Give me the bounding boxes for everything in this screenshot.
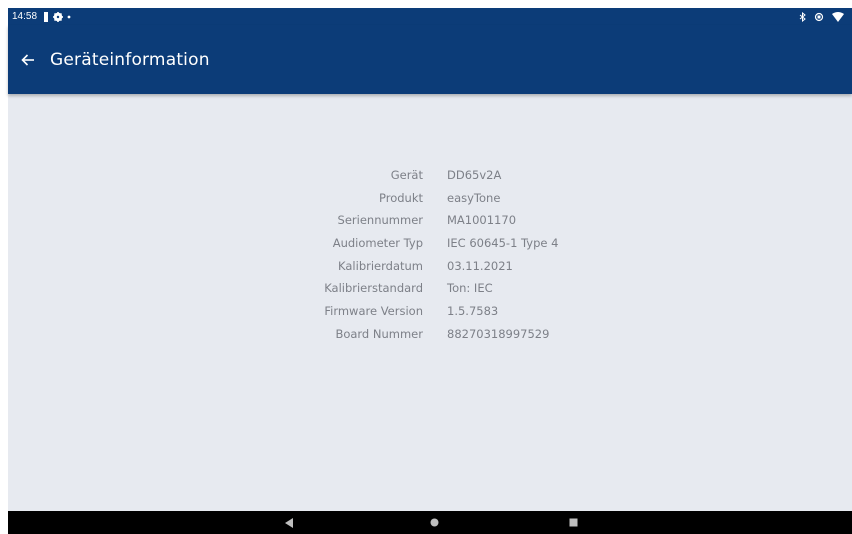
info-value: IEC 60645-1 Type 4 <box>447 236 559 251</box>
info-value: 1.5.7583 <box>447 304 499 319</box>
info-label: Gerät <box>390 168 423 182</box>
wifi-icon <box>832 11 844 22</box>
info-label: Kalibrierstandard <box>324 281 423 296</box>
info-row-audiometer-type: Audiometer Typ IEC 60645-1 Type 4 <box>8 236 852 259</box>
info-row-calibration-date: Kalibrierdatum 03.11.2021 <box>8 259 852 282</box>
nav-back-button[interactable] <box>274 511 304 534</box>
info-value: DD65v2A <box>447 168 502 182</box>
home-circle-icon <box>430 518 438 527</box>
bluetooth-icon <box>799 11 806 22</box>
info-label: Board Nummer <box>335 326 423 341</box>
status-time: 14:58 <box>12 11 38 22</box>
nav-home-button[interactable] <box>419 511 449 534</box>
info-label: Produkt <box>378 190 423 205</box>
back-button[interactable] <box>18 50 38 70</box>
info-row-device: Gerät DD65v2A <box>8 168 852 191</box>
status-bar: 14:58 <box>8 8 852 25</box>
info-value: Ton: IEC <box>447 281 493 296</box>
info-label: Kalibrierdatum <box>338 258 423 273</box>
info-row-calibration-standard: Kalibrierstandard Ton: IEC <box>8 281 852 304</box>
recents-square-icon <box>569 518 577 527</box>
info-label: Audiometer Typ <box>332 236 423 251</box>
notification-dot-icon <box>67 15 71 19</box>
battery-saver-icon <box>43 11 49 22</box>
info-value: 88270318997529 <box>447 326 550 341</box>
info-value: 03.11.2021 <box>447 258 513 273</box>
system-nav-bar <box>8 511 852 534</box>
info-row-board-number: Board Nummer 88270318997529 <box>8 327 852 350</box>
rotation-lock-icon <box>814 12 824 22</box>
info-row-firmware-version: Firmware Version 1.5.7583 <box>8 304 852 327</box>
info-label: Seriennummer <box>337 213 423 228</box>
screen: 14:58 Geräteinformation Gerät DD65v2A Pr… <box>8 8 852 534</box>
page-title: Geräteinformation <box>50 49 210 70</box>
arrow-left-icon <box>21 53 34 66</box>
settings-icon <box>53 11 64 22</box>
device-info-list: Gerät DD65v2A Produkt easyTone Seriennum… <box>8 168 852 350</box>
info-value: easyTone <box>447 190 501 205</box>
info-value: MA1001170 <box>447 213 517 228</box>
info-row-product: Produkt easyTone <box>8 191 852 214</box>
info-label: Firmware Version <box>324 304 423 319</box>
back-triangle-icon <box>285 517 293 528</box>
info-row-serial: Seriennummer MA1001170 <box>8 213 852 236</box>
nav-recents-button[interactable] <box>558 511 588 534</box>
app-bar: Geräteinformation <box>8 25 852 94</box>
